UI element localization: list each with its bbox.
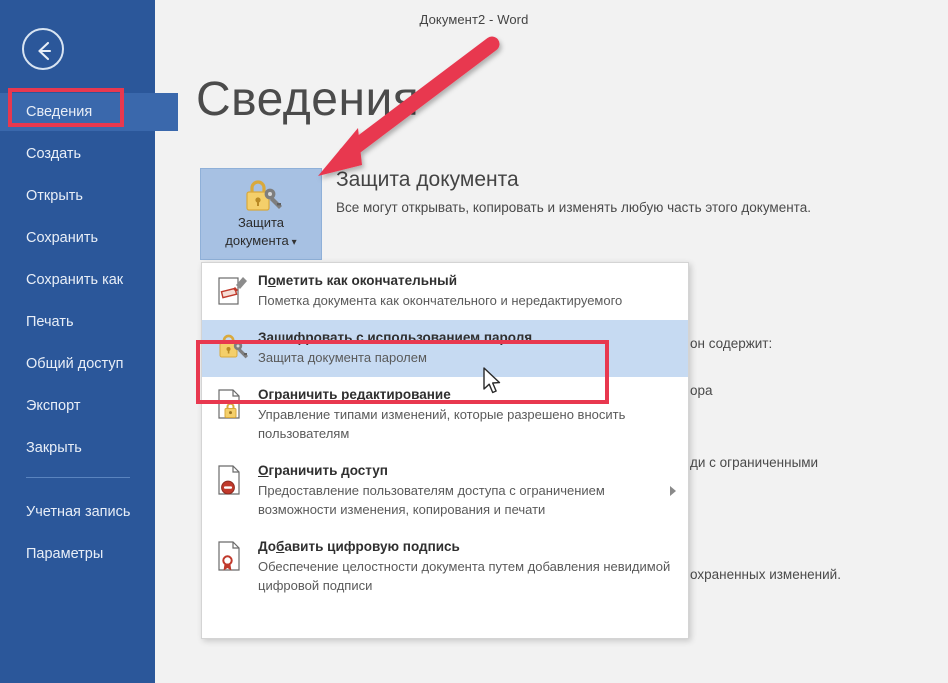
sidebar-item-label: Сведения (26, 104, 93, 120)
menu-item-title: Ограничить редактирование (258, 387, 674, 402)
sidebar-item-label: Открыть (26, 188, 83, 204)
sidebar-item-5[interactable]: Печать (0, 303, 155, 341)
sidebar-item-7[interactable]: Экспорт (0, 387, 155, 425)
lock-key-glyph (246, 180, 282, 211)
menu-item-title-prefix: П (258, 273, 268, 288)
lock-key-icon (201, 177, 321, 215)
menu-item-2[interactable]: Ограничить редактирование Управление типа… (202, 377, 688, 453)
sidebar-item-0[interactable]: Сведения (0, 93, 178, 131)
sidebar-item-9[interactable]: Учетная запись (0, 493, 155, 531)
chevron-down-icon[interactable]: ▾ (289, 237, 297, 248)
sidebar-item-label: Создать (26, 146, 82, 162)
protect-document-button-label: Защита документа ▾ (201, 214, 321, 252)
sidebar-item-6[interactable]: Общий доступ (0, 345, 155, 383)
protect-document-dropdown-menu: Пометить как окончательный Пометка докуме… (201, 262, 689, 639)
menu-item-description: Управление типами изменений, которые раз… (258, 407, 626, 441)
sidebar-item-label: Параметры (26, 546, 104, 562)
menu-item-description: Пометка документа как окончательного и н… (258, 293, 623, 308)
menu-item-title-suffix: метить как окончательный (275, 273, 457, 288)
menu-item-title-accelerator: О (258, 387, 269, 402)
sidebar-separator (26, 477, 130, 478)
word-backstage-screen: Сведения Создать Открыть Сохранить Сохранить… (0, 0, 948, 683)
menu-item-title: Пометить как окончательный (258, 273, 674, 288)
menu-item-3[interactable]: Ограничить доступ Предоставление пользова… (202, 453, 688, 529)
sidebar-item-label: Общий доступ (26, 356, 124, 372)
menu-item-description: Защита документа паролем (258, 350, 427, 365)
chevron-right-icon[interactable] (670, 486, 676, 496)
menu-item-description: Обеспечение целостности документа путем … (258, 559, 671, 593)
background-text-line: охраненных изменений. (690, 567, 841, 582)
lock-key-icon (216, 330, 248, 364)
menu-item-title-accelerator: о (267, 273, 276, 288)
sidebar-item-8[interactable]: Закрыть (0, 429, 155, 467)
menu-item-1[interactable]: Зашифровать с использованием пароля Защит… (202, 320, 688, 377)
document-restrict-icon (216, 463, 248, 497)
sidebar-item-10[interactable]: Параметры (0, 535, 155, 573)
protect-section-description: Все могут открывать, копировать и изменя… (336, 200, 811, 215)
sidebar-item-4[interactable]: Сохранить как (0, 261, 155, 299)
menu-item-title-suffix: граничить доступ (268, 463, 388, 478)
menu-item-title: Ограничить доступ (258, 463, 674, 478)
menu-item-description: Предоставление пользователям доступа с о… (258, 483, 605, 517)
menu-item-title: Зашифровать с использованием пароля (258, 330, 674, 345)
page-title: Сведения (196, 73, 420, 126)
mark-as-final-stamp-icon (216, 273, 248, 307)
sidebar-item-1[interactable]: Создать (0, 135, 155, 173)
sidebar-item-label: Закрыть (26, 440, 82, 456)
back-arrow-icon[interactable] (22, 28, 64, 70)
protect-document-button[interactable]: Защита документа ▾ (200, 168, 322, 260)
sidebar-item-3[interactable]: Сохранить (0, 219, 155, 257)
background-text-line: ора (690, 383, 713, 398)
menu-item-title-suffix: авить цифровую подпись (284, 539, 460, 554)
menu-item-title-suffix: ашифровать с использованием пароля (266, 330, 533, 345)
sidebar-item-label: Сохранить (26, 230, 99, 246)
menu-item-0[interactable]: Пометить как окончательный Пометка докуме… (202, 263, 688, 320)
sidebar-item-2[interactable]: Открыть (0, 177, 155, 215)
backstage-sidebar: Сведения Создать Открыть Сохранить Сохранить… (0, 0, 178, 683)
back-arrow-glyph (38, 41, 52, 61)
protect-button-line1: Защита (237, 215, 285, 230)
background-text-line: ди с ограниченными (690, 455, 819, 470)
protect-section-heading: Защита документа (336, 168, 519, 191)
document-lock-icon (216, 387, 248, 421)
menu-item-title-accelerator: О (258, 463, 269, 478)
background-text-line: он содержит: (690, 336, 773, 351)
menu-item-title-suffix: граничить редактирование (268, 387, 451, 402)
sidebar-item-label: Сохранить как (26, 272, 124, 288)
sidebar-item-label: Печать (26, 314, 74, 330)
menu-item-title: Добавить цифровую подпись (258, 539, 674, 554)
menu-item-title-prefix: До (258, 539, 277, 554)
document-signature-icon (216, 539, 248, 573)
sidebar-item-label: Экспорт (26, 398, 81, 414)
sidebar-item-label: Учетная запись (26, 504, 131, 520)
protect-button-line2: документа (225, 233, 289, 248)
menu-item-4[interactable]: Добавить цифровую подпись Обеспечение цел… (202, 529, 688, 605)
